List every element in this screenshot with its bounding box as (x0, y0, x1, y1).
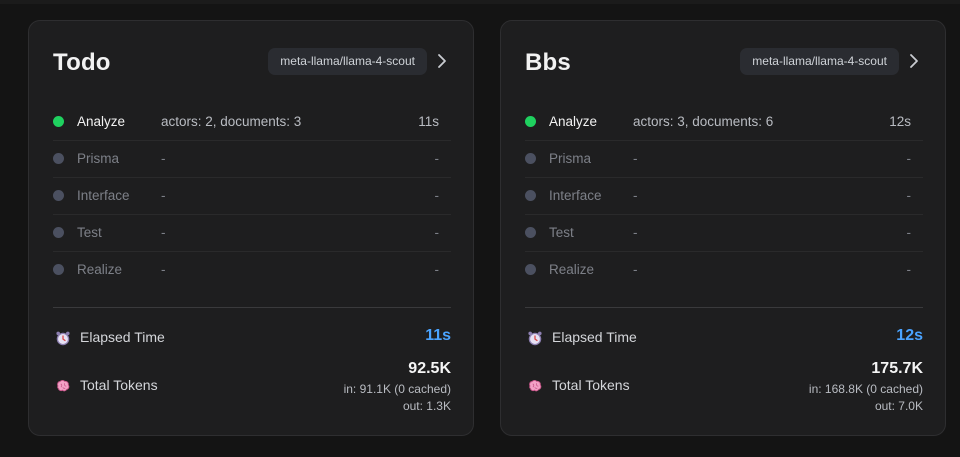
chevron-right-icon[interactable] (905, 51, 923, 71)
step-name: Analyze (77, 114, 126, 129)
step-detail: - (161, 188, 166, 203)
step-time: 11s (418, 114, 439, 129)
step-detail: - (633, 188, 638, 203)
card-title: Todo (53, 49, 111, 76)
total-tokens-value: 92.5K (408, 360, 451, 377)
step-detail: - (161, 262, 166, 277)
model-badge: meta-llama/llama-4-scout (740, 48, 899, 75)
step-detail: - (161, 151, 166, 166)
step-name: Test (549, 225, 574, 240)
step-detail: actors: 2, documents: 3 (161, 114, 302, 129)
step-name: Analyze (549, 114, 598, 129)
benchmark-card-todo: Todo meta-llama/llama-4-scout Analyze ac… (28, 20, 474, 436)
step-time: - (906, 225, 912, 240)
step-time: - (434, 151, 440, 166)
step-name: Interface (77, 188, 130, 203)
status-dot (525, 264, 536, 275)
status-dot (53, 190, 64, 201)
total-tokens-value: 175.7K (871, 360, 923, 377)
status-dot (525, 116, 536, 127)
benchmark-card-bbs: Bbs meta-llama/llama-4-scout Analyze act… (500, 20, 946, 436)
step-analyze: Analyze actors: 3, documents: 6 12s (525, 104, 923, 141)
tokens-in-detail: in: 168.8K (0 cached) (808, 382, 923, 396)
step-name: Prisma (77, 151, 120, 166)
step-detail: - (161, 225, 166, 240)
divider (53, 307, 451, 308)
step-name: Prisma (549, 151, 592, 166)
pipeline-steps: Analyze actors: 2, documents: 3 11s Pris… (53, 104, 451, 288)
status-dot (525, 227, 536, 238)
tokens-in-detail: in: 91.1K (0 cached) (343, 382, 451, 396)
step-detail: - (633, 262, 638, 277)
model-badge: meta-llama/llama-4-scout (268, 48, 427, 75)
step-interface: Interface - - (525, 178, 923, 215)
step-name: Realize (77, 262, 123, 277)
step-realize: Realize - - (525, 252, 923, 288)
step-time: - (434, 188, 440, 203)
status-dot (525, 153, 536, 164)
elapsed-time-label: Elapsed Time (80, 329, 165, 345)
total-tokens-label: Total Tokens (552, 377, 630, 393)
elapsed-time-label: Elapsed Time (552, 329, 637, 345)
elapsed-time-value: 12s (896, 327, 923, 344)
step-prisma: Prisma - - (53, 141, 451, 178)
card-title: Bbs (525, 49, 571, 76)
tokens-out-detail: out: 1.3K (402, 399, 451, 413)
step-analyze: Analyze actors: 2, documents: 3 11s (53, 104, 451, 141)
step-time: - (906, 262, 912, 277)
step-time: - (906, 151, 912, 166)
step-name: Test (77, 225, 102, 240)
step-test: Test - - (53, 215, 451, 252)
chevron-right-icon[interactable] (433, 51, 451, 71)
brain-icon (529, 380, 542, 392)
status-dot (525, 190, 536, 201)
step-name: Interface (549, 188, 602, 203)
step-test: Test - - (525, 215, 923, 252)
alarm-clock-icon (56, 331, 70, 346)
total-tokens-label: Total Tokens (80, 377, 158, 393)
divider (525, 307, 923, 308)
status-dot (53, 227, 64, 238)
step-detail: - (633, 151, 638, 166)
alarm-clock-icon (528, 331, 542, 346)
status-dot (53, 264, 64, 275)
status-dot (53, 153, 64, 164)
step-detail: - (633, 225, 638, 240)
step-realize: Realize - - (53, 252, 451, 288)
step-time: - (906, 188, 912, 203)
step-time: - (434, 262, 440, 277)
step-name: Realize (549, 262, 595, 277)
pipeline-steps: Analyze actors: 3, documents: 6 12s Pris… (525, 104, 923, 288)
top-border (0, 0, 960, 4)
step-prisma: Prisma - - (525, 141, 923, 178)
brain-icon (57, 380, 70, 392)
step-time: 12s (889, 114, 911, 129)
status-dot (53, 116, 64, 127)
step-time: - (434, 225, 440, 240)
elapsed-time-value: 11s (425, 327, 451, 344)
step-detail: actors: 3, documents: 6 (633, 114, 774, 129)
tokens-out-detail: out: 7.0K (874, 399, 923, 413)
step-interface: Interface - - (53, 178, 451, 215)
